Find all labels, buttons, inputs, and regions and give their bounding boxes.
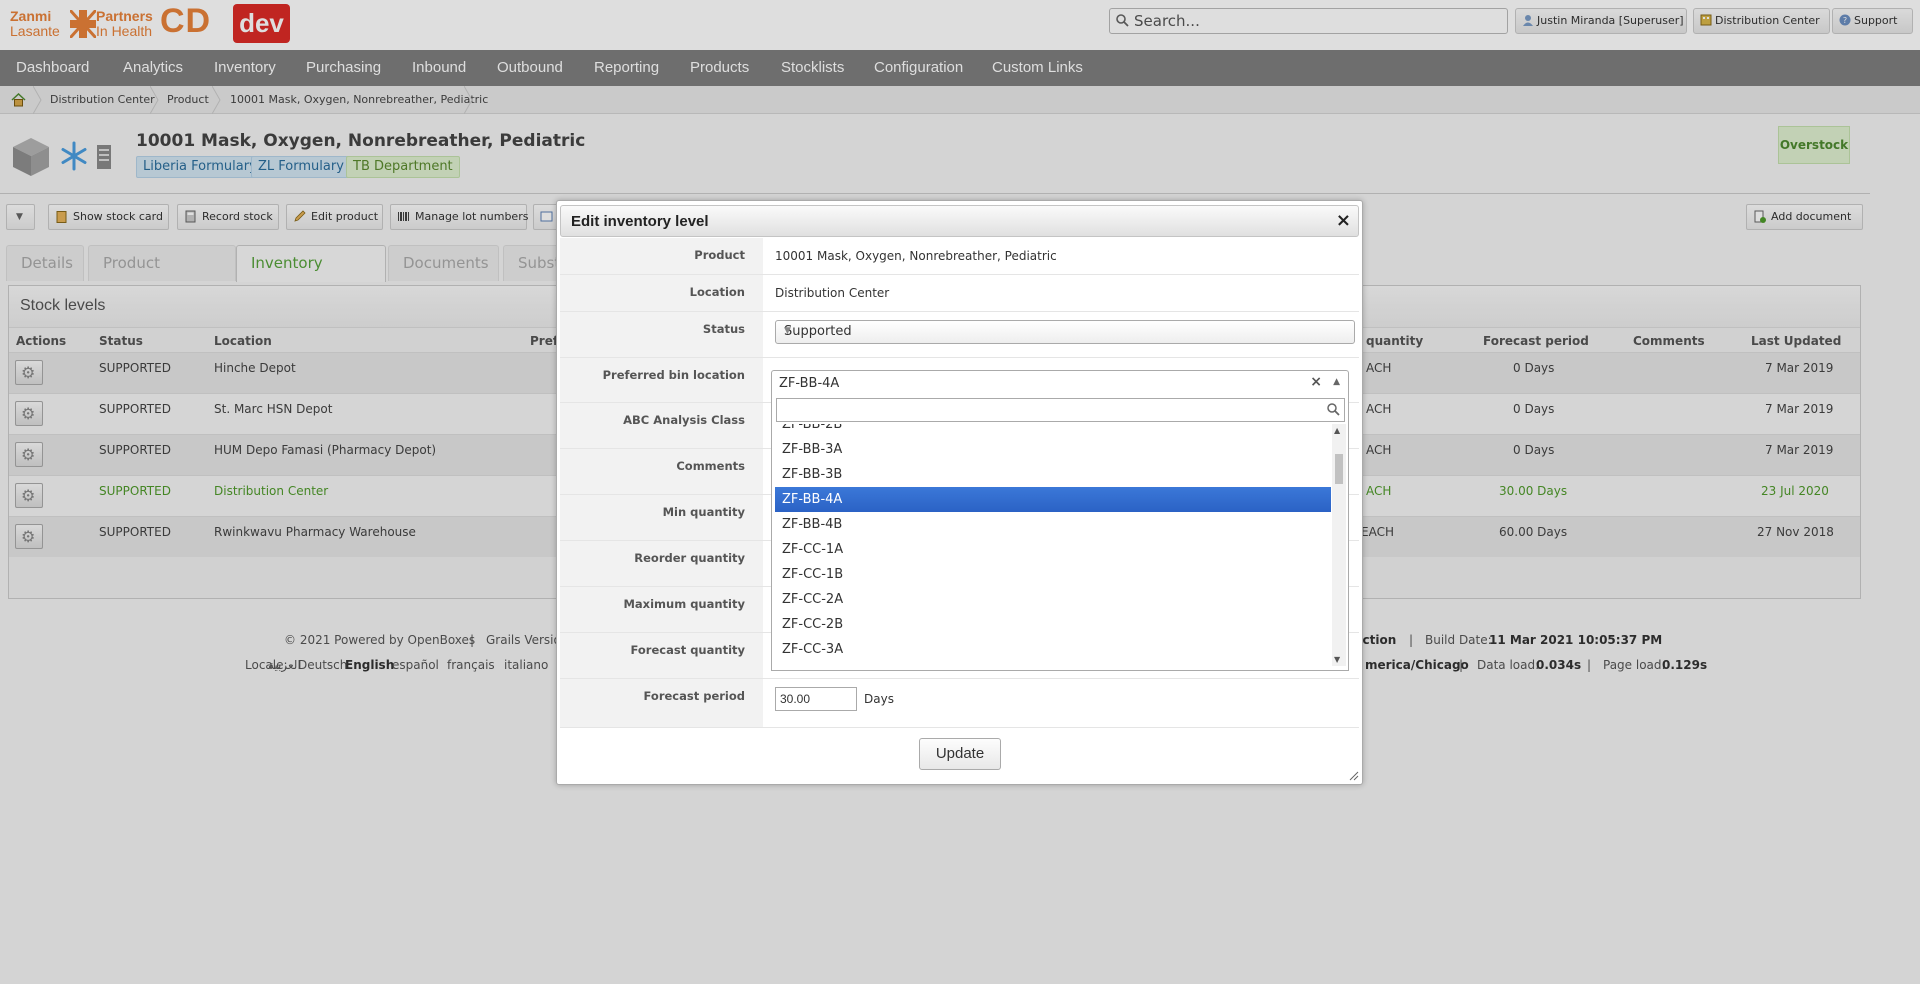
preferred-bin-selected-value: ZF-BB-4A bbox=[779, 376, 840, 391]
dropdown-option[interactable]: ZF-CC-2B bbox=[775, 612, 1331, 637]
close-icon[interactable]: × bbox=[1336, 210, 1351, 231]
dialog-titlebar[interactable]: Edit inventory level × bbox=[560, 205, 1359, 237]
forecast-period-input[interactable] bbox=[775, 687, 857, 711]
resize-handle-icon[interactable] bbox=[1349, 771, 1359, 781]
scroll-down-arrow-icon[interactable]: ▼ bbox=[1334, 655, 1340, 664]
forecast-period-unit: Days bbox=[864, 692, 894, 706]
dropdown-scrollbar[interactable]: ▲ ▼ bbox=[1332, 424, 1346, 666]
dropdown-search-input[interactable] bbox=[776, 398, 1345, 422]
preferred-bin-select[interactable]: ZF-BB-4A × ▲ bbox=[771, 370, 1349, 396]
reorder-quantity-label: Reorder quantity bbox=[634, 551, 745, 565]
abc-class-label: ABC Analysis Class bbox=[623, 413, 745, 427]
field-product: Product 10001 Mask, Oxygen, Nonrebreathe… bbox=[560, 238, 1359, 275]
dropdown-option[interactable]: ZF-CC-1A bbox=[775, 537, 1331, 562]
dropdown-option[interactable]: ZF-CC-2A bbox=[775, 587, 1331, 612]
field-forecast-period: Forecast period Days bbox=[560, 679, 1359, 728]
field-label-cell: Preferred bin location bbox=[560, 358, 763, 402]
status-label: Status bbox=[702, 322, 745, 336]
product-label: Product bbox=[694, 248, 745, 262]
forecast-quantity-label: Forecast quantity bbox=[630, 643, 745, 657]
scroll-up-arrow-icon[interactable]: ▲ bbox=[1334, 426, 1340, 435]
dropdown-option[interactable]: ZF-BB-3A bbox=[775, 437, 1331, 462]
field-label-cell: Status bbox=[560, 312, 763, 357]
update-button[interactable]: Update bbox=[919, 738, 1001, 770]
field-location: Location Distribution Center bbox=[560, 275, 1359, 312]
scrollbar-thumb[interactable] bbox=[1335, 454, 1343, 484]
forecast-period-label: Forecast period bbox=[643, 689, 745, 703]
min-quantity-label: Min quantity bbox=[662, 505, 745, 519]
field-label-cell: ABC Analysis Class bbox=[560, 403, 763, 448]
dropdown-option[interactable]: ZF-BB-4B bbox=[775, 512, 1331, 537]
field-label-cell: Location bbox=[560, 275, 763, 311]
field-label-cell: Forecast quantity bbox=[560, 633, 763, 678]
location-value: Distribution Center bbox=[775, 286, 890, 300]
field-label-cell: Product bbox=[560, 238, 763, 274]
search-icon bbox=[1327, 403, 1340, 416]
chevron-down-icon: ▼ bbox=[784, 326, 791, 336]
preferred-bin-label: Preferred bin location bbox=[602, 368, 745, 382]
comments-label: Comments bbox=[676, 459, 745, 473]
dropdown-option[interactable]: ZF-CC-1B bbox=[775, 562, 1331, 587]
product-value: 10001 Mask, Oxygen, Nonrebreather, Pedia… bbox=[775, 249, 1057, 263]
dropdown-option[interactable]: ZF-BB-3B bbox=[775, 462, 1331, 487]
field-label-cell: Comments bbox=[560, 449, 763, 494]
dropdown-option-highlighted[interactable]: ZF-BB-4A bbox=[775, 487, 1331, 512]
maximum-quantity-label: Maximum quantity bbox=[623, 597, 745, 611]
field-label-cell: Min quantity bbox=[560, 495, 763, 540]
field-label-cell: Forecast period bbox=[560, 679, 763, 727]
field-label-cell: Maximum quantity bbox=[560, 587, 763, 632]
status-select[interactable]: Supported ▼ bbox=[775, 320, 1355, 344]
field-status: Status Supported ▼ bbox=[560, 312, 1359, 358]
dialog-title: Edit inventory level bbox=[571, 213, 709, 230]
field-label-cell: Reorder quantity bbox=[560, 541, 763, 586]
location-label: Location bbox=[689, 285, 745, 299]
dropdown-options-list: ZF-BB-2B ZF-BB-3A ZF-BB-3B ZF-BB-4A ZF-B… bbox=[775, 424, 1331, 668]
chevron-up-icon[interactable]: ▲ bbox=[1333, 377, 1340, 387]
dropdown-option[interactable]: ZF-CC-3A bbox=[775, 637, 1331, 662]
preferred-bin-dropdown: ZF-BB-2B ZF-BB-3A ZF-BB-3B ZF-BB-4A ZF-B… bbox=[771, 396, 1349, 671]
clear-selection-icon[interactable]: × bbox=[1310, 374, 1322, 390]
dropdown-option[interactable]: ZF-BB-2B bbox=[775, 424, 1331, 437]
